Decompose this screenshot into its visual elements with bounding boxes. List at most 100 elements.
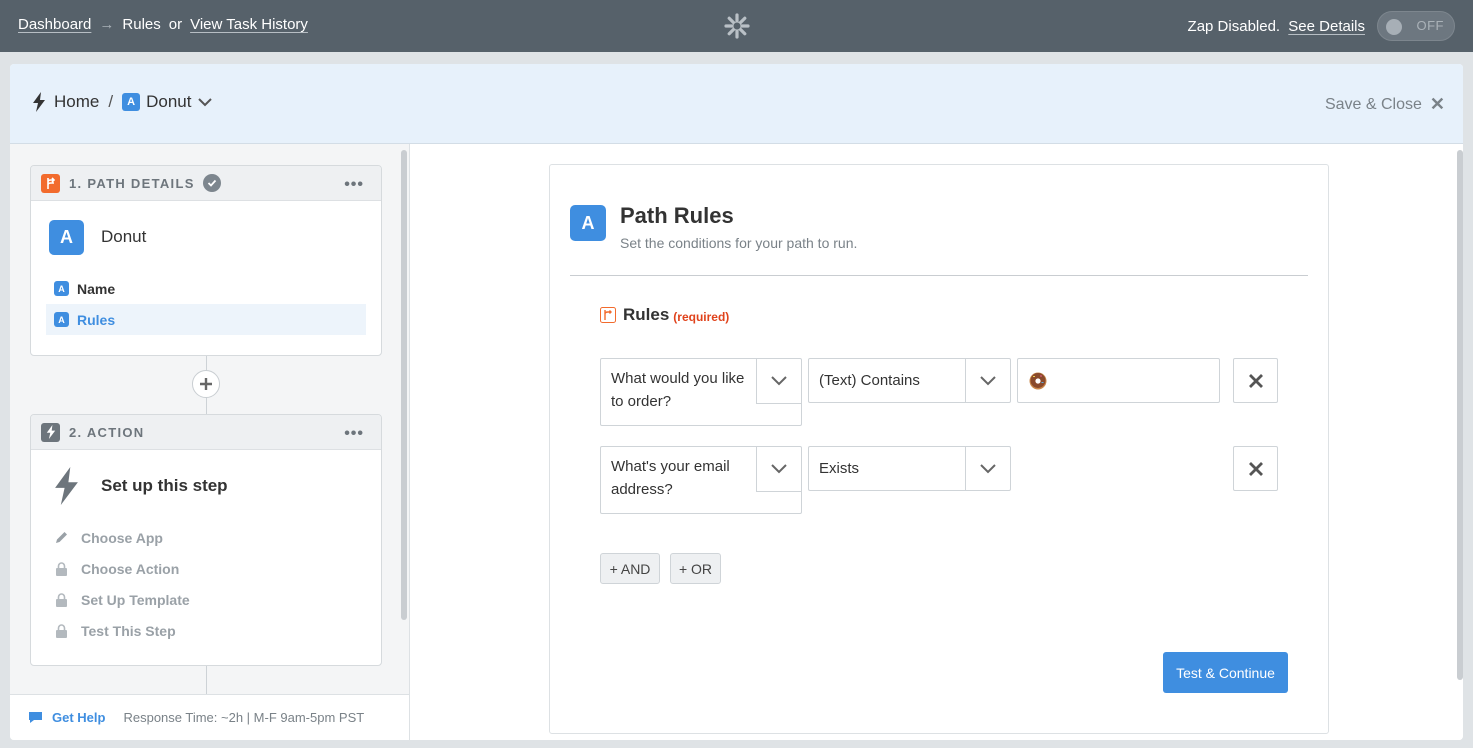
rules-label: Rules [623, 305, 670, 324]
breadcrumb-arrow: → [99, 16, 115, 33]
step-header: 1. PATH DETAILS ••• [31, 166, 381, 201]
editor-panel: Home / A Donut Save & Close ✕ 1. PATH DE… [10, 64, 1463, 740]
test-continue-button[interactable]: Test & Continue [1163, 652, 1288, 693]
step-header: 2. ACTION ••• [31, 415, 381, 450]
more-options-icon[interactable]: ••• [344, 425, 364, 443]
bolt-icon [41, 422, 60, 442]
toggle-knob [1386, 19, 1402, 35]
sidebar-item-label: Test This Step [81, 622, 176, 639]
a-badge-icon: A [54, 281, 69, 296]
close-icon [1248, 461, 1263, 476]
zap-status-area: Zap Disabled. See Details OFF [1188, 11, 1455, 41]
view-task-history-link[interactable]: View Task History [190, 16, 308, 33]
sidebar-item-label: Set Up Template [81, 591, 190, 608]
chevron-down-icon[interactable] [965, 447, 1010, 490]
get-help-link[interactable]: Get Help [52, 710, 105, 725]
rule-field-value: What's your email address? [611, 458, 730, 498]
sidebar-item-choose-app[interactable]: Choose App [46, 522, 366, 553]
rule-field-value: What would you like to order? [611, 370, 745, 410]
response-time-text: Response Time: ~2h | M-F 9am-5pm PST [123, 710, 365, 725]
chevron-down-icon[interactable] [965, 359, 1010, 402]
sidebar-item-name[interactable]: A Name [46, 273, 366, 304]
step-heading: 2. ACTION [69, 424, 145, 440]
paths-icon [41, 173, 60, 193]
close-icon: ✕ [1429, 94, 1445, 114]
sidebar-item-label: Choose Action [81, 560, 180, 577]
path-a-badge: A [49, 219, 84, 255]
chevron-down-icon[interactable] [756, 447, 801, 492]
path-name[interactable]: Donut [146, 92, 191, 112]
sidebar-item-label: Choose App [81, 529, 163, 546]
rule-field-select[interactable]: What would you like to order? [600, 358, 802, 426]
close-icon [1248, 373, 1263, 388]
save-close-button[interactable]: Save & Close ✕ [1325, 94, 1445, 115]
page-subtitle: Set the conditions for your path to run. [620, 235, 858, 251]
step-card-action[interactable]: 2. ACTION ••• Set up this step Choose Ap… [30, 414, 382, 666]
rule-value-input[interactable] [1017, 358, 1220, 403]
remove-rule-button[interactable] [1233, 446, 1278, 491]
remove-rule-button[interactable] [1233, 358, 1278, 403]
sidebar-item-label: Name [77, 280, 116, 297]
chevron-down-icon[interactable] [197, 94, 213, 110]
divider [570, 275, 1308, 276]
editor-header: Home / A Donut Save & Close ✕ [10, 64, 1463, 144]
rule-condition-value: Exists [819, 460, 860, 477]
plus-icon [200, 378, 212, 390]
step-connector [206, 664, 207, 694]
sidebar-item-label: Rules [77, 311, 116, 328]
dashboard-link[interactable]: Dashboard [18, 16, 91, 33]
path-a-badge: A [122, 93, 141, 111]
zap-on-off-toggle[interactable]: OFF [1377, 11, 1455, 41]
toggle-label: OFF [1416, 18, 1444, 33]
rule-row: What would you like to order? (Text) Con… [600, 358, 1280, 428]
rule-condition-select[interactable]: Exists [808, 446, 1011, 491]
chevron-down-icon[interactable] [756, 359, 801, 404]
zap-status: Zap Disabled. See Details [1188, 18, 1365, 35]
sidebar-item-rules[interactable]: A Rules [46, 304, 366, 335]
see-details-link[interactable]: See Details [1288, 18, 1365, 35]
pencil-icon [56, 532, 67, 543]
step-card-path-details[interactable]: 1. PATH DETAILS ••• A Donut A Name A Rul… [30, 165, 382, 356]
add-and-rule-button[interactable]: + AND [600, 553, 660, 584]
lock-icon [56, 624, 67, 638]
chat-bubble-icon [29, 712, 42, 723]
steps-sidebar: 1. PATH DETAILS ••• A Donut A Name A Rul… [10, 144, 410, 740]
sidebar-item-choose-action: Choose Action [46, 553, 366, 584]
sidebar-scrollbar[interactable] [401, 150, 407, 620]
check-circle-icon [202, 174, 221, 192]
step-heading: 1. PATH DETAILS [69, 175, 195, 191]
zapier-asterisk-icon [724, 13, 750, 39]
required-indicator: (required) [673, 309, 730, 324]
help-bar: Get Help Response Time: ~2h | M-F 9am-5p… [10, 694, 409, 740]
add-or-rule-button[interactable]: + OR [670, 553, 721, 584]
or-text: or [168, 16, 183, 33]
path-a-badge: A [570, 205, 606, 241]
top-bar: Dashboard → Rules or View Task History Z… [0, 0, 1473, 52]
sidebar-item-set-up-template: Set Up Template [46, 584, 366, 615]
donut-icon [1029, 372, 1047, 389]
rules-field-label: Rules (required) [600, 305, 729, 325]
lock-icon [56, 562, 67, 576]
rule-row: What's your email address? Exists [600, 446, 1280, 516]
a-badge-icon: A [54, 312, 69, 327]
more-options-icon[interactable]: ••• [344, 176, 364, 194]
current-page-label: Rules [122, 16, 161, 33]
sidebar-item-test-this-step: Test This Step [46, 615, 366, 646]
top-breadcrumb: Dashboard → Rules or View Task History [18, 16, 308, 33]
content-scrollbar[interactable] [1457, 150, 1463, 680]
rule-field-select[interactable]: What's your email address? [600, 446, 802, 514]
path-rules-card: A Path Rules Set the conditions for your… [549, 164, 1329, 734]
step-title: Donut [101, 227, 147, 246]
zap-status-text: Zap Disabled. [1187, 17, 1281, 35]
bolt-icon [33, 92, 45, 112]
main-content: A Path Rules Set the conditions for your… [410, 144, 1463, 740]
add-step-button[interactable] [192, 370, 220, 398]
lock-icon [56, 593, 67, 607]
bolt-icon [55, 467, 78, 505]
paths-icon [600, 307, 616, 323]
breadcrumb-slash: / [108, 92, 114, 111]
rule-condition-select[interactable]: (Text) Contains [808, 358, 1011, 403]
home-link[interactable]: Home [54, 92, 99, 112]
save-close-label: Save & Close [1324, 95, 1422, 113]
step-title-row: A Donut [31, 201, 381, 273]
